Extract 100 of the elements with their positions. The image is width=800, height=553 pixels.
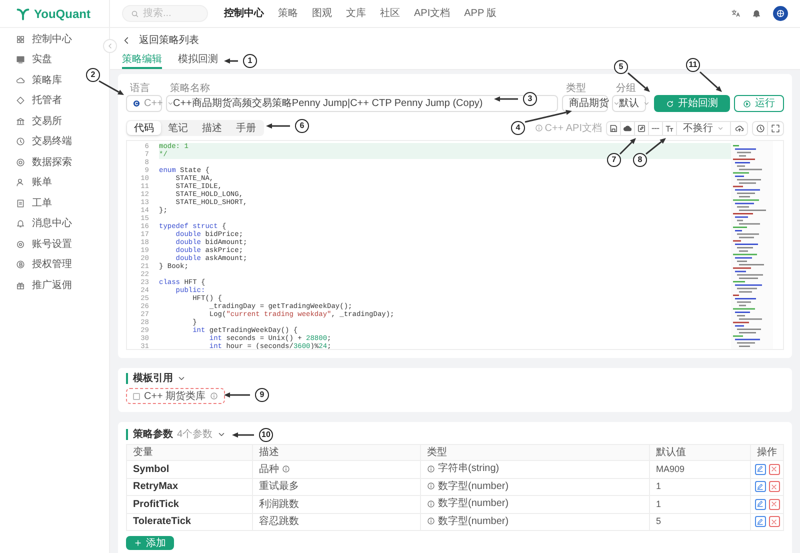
sidebar-item[interactable]: 策略库 [0, 70, 70, 90]
table-cell: 数字型(number) [420, 496, 650, 513]
diamond-icon [16, 96, 25, 106]
delete-button[interactable] [768, 464, 780, 475]
delete-button[interactable] [768, 481, 780, 492]
edit-button[interactable] [754, 516, 766, 528]
translate-icon [731, 9, 740, 18]
chevron-down-icon [613, 100, 620, 107]
sidebar-item[interactable]: 工单 [0, 193, 60, 214]
select-field[interactable]: 默认 [612, 95, 646, 112]
edit-button[interactable] [754, 481, 766, 492]
column-header: 操作 [750, 444, 784, 460]
sidebar-item[interactable]: 账单 [0, 172, 60, 193]
table-cell: 利润跳数 [252, 496, 420, 513]
language-logo-icon [133, 100, 140, 107]
sidebar-item[interactable]: 数据探索 [0, 152, 80, 172]
nav-link[interactable]: 控制中心 [224, 6, 264, 21]
callout-arrow [232, 432, 254, 438]
search-input[interactable]: 搜索... [143, 6, 203, 21]
table-cell: 5 [650, 513, 750, 530]
screen-icon [16, 55, 25, 64]
editor-tab[interactable]: 代码 [127, 121, 161, 135]
plus-icon [134, 539, 142, 547]
grid-icon [16, 34, 25, 44]
gear-icon [16, 240, 25, 249]
info-icon [210, 392, 218, 400]
table-cell: 品种 [252, 460, 420, 478]
nav-link[interactable]: API文档 [414, 6, 450, 21]
field-label: 策略名称 [169, 83, 211, 95]
play-icon [743, 100, 751, 108]
callout-number: 5 [614, 60, 628, 74]
sidebar-item[interactable]: 账号设置 [0, 234, 80, 254]
nav-link[interactable]: 策略 [278, 6, 298, 21]
column-header: 描述 [252, 444, 420, 460]
sidebar-item[interactable]: 授权管理 [0, 254, 80, 275]
person-icon [16, 178, 25, 188]
template-item[interactable]: C++ 期货类库 [126, 388, 225, 404]
cloud-button[interactable] [621, 122, 635, 134]
sidebar-item[interactable]: 推广返佣 [0, 275, 80, 296]
chevron-down-icon [166, 100, 174, 107]
fullscreen-icon [771, 124, 780, 132]
callout-arrow [646, 138, 666, 155]
wrap-select[interactable]: 不换行 [677, 122, 731, 134]
editor-tab[interactable]: 笔记 [161, 121, 195, 135]
section-title: 模板引用 [126, 372, 173, 384]
text-size-icon [665, 124, 674, 132]
text-size-button[interactable] [663, 122, 677, 134]
back-link[interactable]: 返回策略列表 [139, 32, 199, 48]
close-icon [770, 482, 778, 491]
editor-tab[interactable]: 手册 [229, 121, 263, 135]
template-name: C++ 期货类库 [144, 390, 206, 404]
pencil-icon [756, 500, 764, 508]
table-cell: Symbol [126, 460, 252, 478]
table-cell: 数字型(number) [420, 513, 650, 530]
bank-icon [16, 116, 25, 126]
info-icon [427, 500, 435, 508]
editor-tab[interactable]: 描述 [195, 121, 229, 135]
nav-link[interactable]: 图观 [312, 6, 332, 21]
edit-icon [637, 124, 646, 132]
sidebar-item[interactable]: 托管者 [0, 90, 70, 111]
sidebar-item[interactable]: 消息中心 [0, 214, 80, 234]
sidebar-item[interactable]: 控制中心 [0, 29, 80, 50]
sidebar-item[interactable]: 实盘 [0, 50, 60, 70]
avatar[interactable] [773, 6, 788, 21]
nav-link[interactable]: 社区 [380, 6, 400, 21]
pencil-icon [756, 465, 764, 474]
nav-link[interactable]: 文库 [346, 6, 366, 21]
table-cell: 1 [650, 478, 750, 496]
checkbox[interactable] [133, 392, 140, 400]
delete-button[interactable] [768, 498, 780, 510]
table-cell: ProfitTick [126, 496, 252, 513]
table-cell: 数字型(number) [420, 478, 650, 496]
sidebar-item[interactable]: 交易所 [0, 111, 70, 132]
code-minimap-drawing[interactable] [731, 141, 773, 349]
callout-arrow [700, 71, 722, 92]
column-header: 默认值 [650, 444, 750, 460]
section-title: 策略参数 [126, 428, 173, 440]
close-icon [770, 518, 778, 526]
close-icon [770, 500, 778, 508]
edit-button[interactable] [754, 464, 766, 475]
table-cell: RetryMax [126, 478, 252, 496]
save-icon [609, 124, 618, 132]
callout-arrow [98, 80, 124, 95]
sidebar-item[interactable]: 交易终端 [0, 132, 80, 152]
edit-button[interactable] [754, 498, 766, 510]
column-header: 变量 [126, 444, 252, 460]
delete-button[interactable] [768, 516, 780, 528]
tab[interactable]: 模拟回测 [178, 52, 218, 69]
pattern-icon [776, 9, 785, 18]
callout-arrow [524, 110, 572, 123]
table-cell: 1 [650, 496, 750, 513]
info-icon [427, 517, 435, 525]
dash-line-button[interactable] [649, 122, 663, 134]
search-field[interactable]: 搜索... [122, 5, 208, 22]
document-icon [16, 198, 25, 208]
field-label: 类型 [565, 83, 587, 95]
nav-link[interactable]: APP 版 [464, 6, 497, 21]
table-cell: MA909 [650, 460, 750, 478]
close-icon [770, 465, 778, 474]
cloud-upload-icon [734, 124, 744, 132]
